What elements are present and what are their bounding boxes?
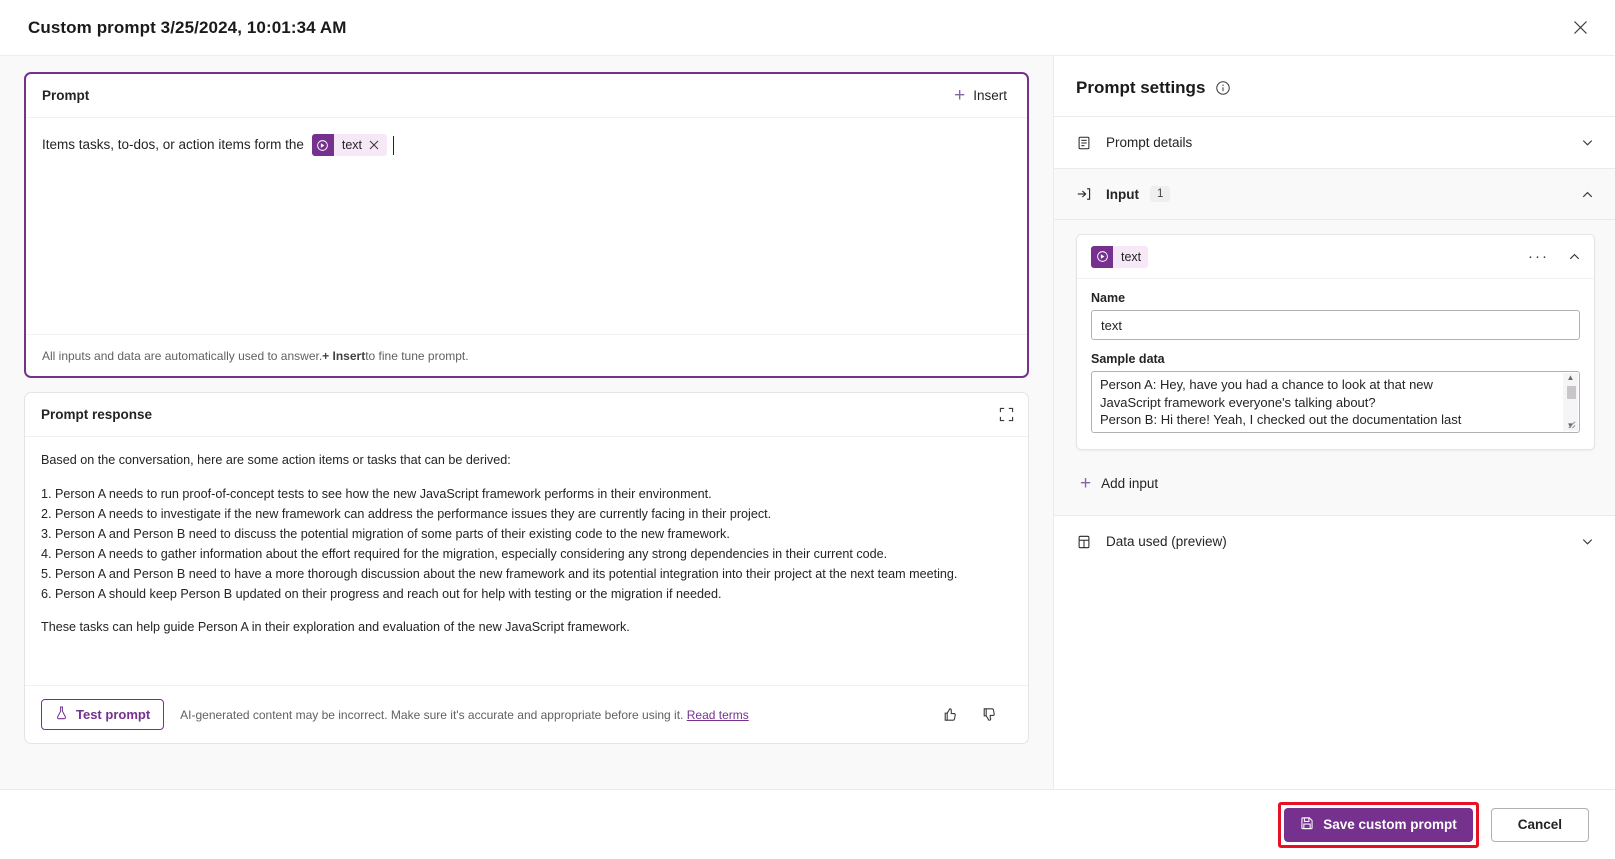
response-closing: These tasks can help guide Person A in t…: [41, 620, 630, 634]
list-item: 4. Person A needs to gather information …: [41, 546, 888, 561]
prompt-card: Prompt + Insert Items tasks, to-dos, or …: [24, 72, 1029, 378]
input-card-header: text ···: [1077, 235, 1594, 279]
prompt-hint: All inputs and data are automatically us…: [26, 334, 1027, 376]
arrow-into-icon: [1076, 186, 1092, 202]
section-input[interactable]: Input 1: [1054, 168, 1615, 220]
chevron-down-icon: [1580, 135, 1595, 150]
settings-header: Prompt settings: [1054, 56, 1615, 116]
chevron-up-icon[interactable]: [1567, 249, 1582, 264]
read-terms-link[interactable]: Read terms: [687, 708, 749, 722]
save-button-highlight: Save custom prompt: [1278, 801, 1479, 848]
thumbs-up-icon[interactable]: [942, 706, 959, 723]
cancel-button[interactable]: Cancel: [1490, 807, 1589, 842]
input-card: text ··· Name Sample data: [1076, 234, 1595, 450]
feedback-buttons: [942, 706, 1012, 723]
dialog-titlebar: Custom prompt 3/25/2024, 10:01:34 AM: [0, 0, 1615, 56]
prompt-hint-after: to fine tune prompt.: [365, 348, 469, 363]
prompt-label: Prompt: [42, 88, 90, 103]
prompt-variable-chip[interactable]: text: [311, 134, 387, 156]
response-intro: Based on the conversation, here are some…: [41, 453, 511, 467]
sample-line: Person B: Hi there! Yeah, I checked out …: [1100, 412, 1462, 427]
more-horizontal-icon[interactable]: ···: [1520, 248, 1557, 265]
list-item: 3. Person A and Person B need to discuss…: [41, 526, 730, 541]
sample-data-label: Sample data: [1091, 352, 1165, 366]
section-data-used[interactable]: Data used (preview): [1054, 515, 1615, 567]
save-icon: [1300, 816, 1314, 833]
section-prompt-details[interactable]: Prompt details: [1054, 116, 1615, 168]
response-list: 1. Person A needs to run proof-of-concep…: [41, 485, 1012, 605]
dialog-footer: Save custom prompt Cancel: [0, 789, 1615, 859]
ai-disclaimer: AI-generated content may be incorrect. M…: [180, 708, 749, 722]
prompt-hint-before: All inputs and data are automatically us…: [42, 348, 323, 363]
prompt-response-label: Prompt response: [41, 407, 153, 422]
scroll-up-arrow[interactable]: ▲: [1567, 374, 1575, 382]
info-icon[interactable]: [1215, 80, 1231, 96]
name-field-label: Name: [1091, 291, 1126, 305]
list-item: 6. Person A should keep Person B updated…: [41, 586, 722, 601]
variable-token-icon: [311, 134, 334, 156]
add-input-label: Add input: [1101, 476, 1159, 491]
thumbs-down-icon[interactable]: [981, 706, 998, 723]
prompt-response-card: Prompt response Based on the conversatio…: [24, 392, 1029, 744]
save-button-label: Save custom prompt: [1323, 817, 1457, 832]
prompt-text: Items tasks, to-dos, or action items for…: [42, 137, 304, 152]
page-title: Custom prompt 3/25/2024, 10:01:34 AM: [28, 17, 347, 37]
list-item: 1. Person A needs to run proof-of-concep…: [41, 486, 712, 501]
chevron-up-icon: [1580, 187, 1595, 202]
prompt-editor-pane: Prompt + Insert Items tasks, to-dos, or …: [0, 56, 1053, 859]
add-input-button[interactable]: + Add input: [1078, 470, 1160, 497]
insert-button-label: Insert: [973, 88, 1007, 103]
input-variable-chip[interactable]: text: [1091, 245, 1149, 268]
test-prompt-button[interactable]: Test prompt: [41, 699, 165, 730]
section-label: Input: [1106, 186, 1139, 202]
prompt-response-header: Prompt response: [25, 393, 1028, 437]
plus-icon: +: [1080, 473, 1092, 494]
variable-token-icon: [1091, 245, 1113, 268]
list-item: 5. Person A and Person B need to have a …: [41, 566, 958, 581]
prompt-card-header: Prompt + Insert: [26, 74, 1027, 118]
input-chip-label: text: [1121, 249, 1142, 264]
prompt-settings-pane: Prompt settings Prompt details Input 1 t…: [1053, 56, 1615, 859]
section-label: Data used (preview): [1106, 534, 1227, 549]
prompt-textarea[interactable]: Items tasks, to-dos, or action items for…: [26, 118, 1027, 334]
variable-chip-label: text: [341, 138, 362, 152]
input-section-panel: text ··· Name Sample data: [1054, 220, 1615, 515]
sample-data-field: Sample data Person A: Hey, have you had …: [1091, 352, 1580, 433]
section-label: Prompt details: [1106, 135, 1193, 150]
save-custom-prompt-button[interactable]: Save custom prompt: [1284, 807, 1473, 842]
prompt-response-body: Based on the conversation, here are some…: [25, 437, 1028, 685]
expand-icon[interactable]: [999, 407, 1014, 422]
close-icon[interactable]: [369, 140, 387, 150]
insert-button[interactable]: + Insert: [948, 82, 1013, 109]
prompt-hint-bold: + Insert: [322, 348, 366, 363]
input-card-body: Name Sample data Person A: Hey, have you…: [1077, 279, 1594, 449]
scrollbar-thumb[interactable]: [1567, 386, 1576, 399]
dialog-body: Prompt + Insert Items tasks, to-dos, or …: [0, 56, 1615, 859]
plus-icon: +: [954, 85, 966, 106]
sample-line: JavaScript framework everyone's talking …: [1100, 394, 1376, 410]
list-item: 2. Person A needs to investigate if the …: [41, 506, 772, 521]
test-prompt-label: Test prompt: [76, 707, 151, 722]
sample-data-textarea[interactable]: Person A: Hey, have you had a chance to …: [1091, 371, 1580, 433]
settings-title: Prompt settings: [1076, 78, 1206, 97]
name-input[interactable]: [1091, 310, 1580, 340]
prompt-response-footer: Test prompt AI-generated content may be …: [25, 685, 1028, 743]
input-count-badge: 1: [1150, 186, 1171, 202]
chevron-down-icon: [1580, 534, 1595, 549]
sample-line: Person A: Hey, have you had a chance to …: [1100, 377, 1433, 392]
document-icon: [1076, 135, 1092, 151]
sample-line: night. It looks promising. Performance-w…: [1100, 429, 1557, 433]
ai-disclaimer-text: AI-generated content may be incorrect. M…: [180, 707, 684, 722]
close-icon[interactable]: [1563, 11, 1597, 45]
flask-icon: [55, 706, 68, 723]
text-caret: [393, 135, 394, 155]
resize-grip-icon[interactable]: [1565, 418, 1578, 431]
database-icon: [1076, 534, 1092, 550]
